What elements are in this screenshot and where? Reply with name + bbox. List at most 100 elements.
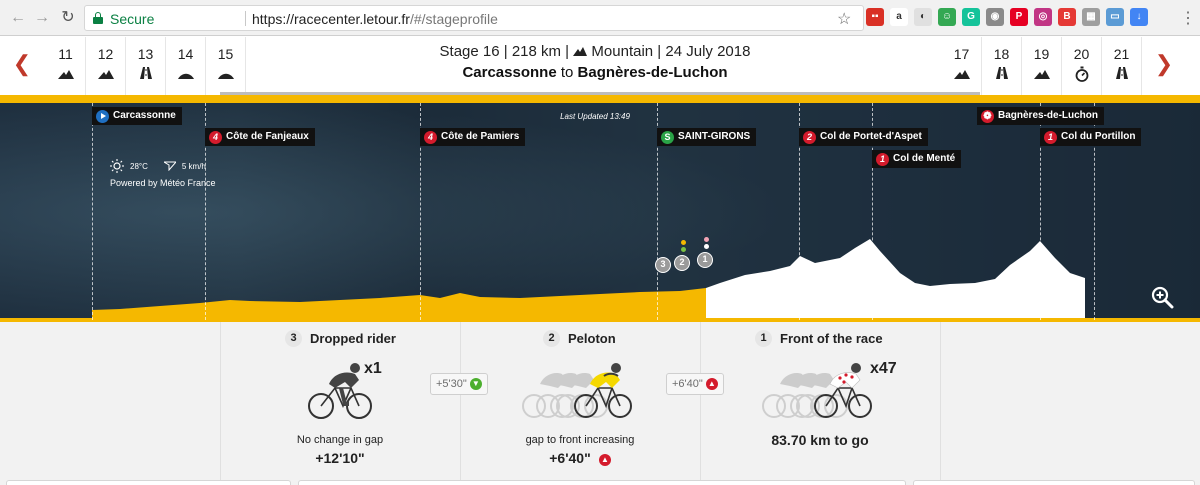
- group-gap-status: gap to front increasing: [525, 434, 635, 446]
- stage-type-icon: [126, 66, 165, 80]
- group-marker-2[interactable]: 2: [674, 255, 690, 271]
- mountain-stage-icon: [953, 70, 970, 79]
- stage-number: 13: [137, 46, 154, 62]
- climb-flag[interactable]: 4 Côte de Fanjeaux: [205, 128, 315, 146]
- bookmark-star-icon[interactable]: ☆: [837, 9, 851, 29]
- browser-menu-icon[interactable]: ⋮: [1180, 8, 1196, 28]
- weather-powered-by: Powered by Météo France: [110, 178, 216, 188]
- extension-icons: ▪▪ a ◐ ☺ G ◉ P ◎ B ▦ ▭ ↓: [866, 8, 1148, 28]
- mountain-stage-icon: [57, 70, 74, 79]
- stage-tab-21[interactable]: 21: [1102, 37, 1142, 95]
- stage-type-icon: [166, 66, 205, 80]
- group-number-badge: 3: [285, 330, 302, 347]
- stage-tab-13[interactable]: 13: [126, 37, 166, 95]
- climb-flag[interactable]: 1 Col de Menté: [872, 150, 962, 168]
- gap-increasing-icon: ▲: [599, 454, 611, 466]
- stage-tab-15[interactable]: 15: [206, 37, 246, 95]
- last-updated: Last Updated 13:49: [560, 112, 630, 121]
- forward-arrow-icon[interactable]: →: [32, 8, 52, 28]
- stage-tab-18[interactable]: 18: [982, 37, 1022, 95]
- stage-tab-11[interactable]: 11: [46, 37, 86, 95]
- hilly-stage-icon: [177, 73, 194, 79]
- next-stages-chevron-icon[interactable]: ❯: [1154, 51, 1174, 77]
- climb-flag[interactable]: 1 Col du Portillon: [1040, 128, 1142, 146]
- group-gap-status: No change in gap: [296, 434, 384, 446]
- mountain-icon: [573, 47, 588, 56]
- climb-flag[interactable]: 4 Côte de Pamiers: [420, 128, 526, 146]
- stage-info-post: Mountain | 24 July 2018: [587, 43, 751, 60]
- smile-extension-icon[interactable]: ☺: [938, 8, 956, 26]
- mountain-stage-icon: [1033, 70, 1050, 79]
- pinterest-extension-icon[interactable]: P: [1010, 8, 1028, 26]
- circle-extension-icon[interactable]: ◐: [914, 8, 932, 26]
- next-panel-tile: [298, 480, 906, 485]
- group-marker-1[interactable]: 1: [697, 252, 713, 268]
- flag-extension-icon[interactable]: ▪▪: [866, 8, 884, 26]
- stage-tab-19[interactable]: 19: [1022, 37, 1062, 95]
- download-extension-icon[interactable]: ↓: [1130, 8, 1148, 26]
- zoom-in-icon[interactable]: [1150, 285, 1174, 309]
- stage-number: 21: [1113, 46, 1130, 62]
- url-text[interactable]: https://racecenter.letour.fr/#/stageprof…: [252, 11, 498, 27]
- group-marker-3[interactable]: 3: [655, 257, 671, 273]
- lock-icon: [93, 12, 103, 24]
- window-extension-icon[interactable]: ▭: [1106, 8, 1124, 26]
- stage-number: 15: [217, 46, 234, 62]
- climb-name: Col du Portillon: [1061, 131, 1136, 142]
- stage-route: Carcassonne to Bagnères-de-Luchon: [335, 64, 855, 81]
- next-panel-tile: [6, 480, 291, 485]
- stage-type-icon: [46, 66, 85, 80]
- stage-tab-12[interactable]: 12: [86, 37, 126, 95]
- group-number-badge: 1: [755, 330, 772, 347]
- shield-extension-icon[interactable]: ◉: [986, 8, 1004, 26]
- gap-increasing-icon: ▲: [705, 378, 718, 390]
- address-bar[interactable]: Secure https://racecenter.letour.fr/#/st…: [84, 5, 864, 31]
- buffer-extension-icon[interactable]: B: [1058, 8, 1076, 26]
- group-title: Peloton: [568, 331, 616, 346]
- stage-tab-20[interactable]: 20: [1062, 37, 1102, 95]
- group-header-front-of-race: 1 Front of the race: [755, 330, 883, 347]
- reload-icon[interactable]: ↻: [58, 8, 78, 28]
- table-extension-icon[interactable]: ▦: [1082, 8, 1100, 26]
- stage-number: 17: [953, 46, 970, 62]
- instagram-extension-icon[interactable]: ◎: [1034, 8, 1052, 26]
- start-flag[interactable]: Carcassonne: [92, 107, 182, 125]
- next-panel-tile: [913, 480, 1195, 485]
- stage-type-icon: [206, 66, 245, 80]
- jersey-dot-green: [681, 247, 686, 252]
- grammarly-extension-icon[interactable]: G: [962, 8, 980, 26]
- sprint-flag[interactable]: S SAINT-GIRONS: [657, 128, 757, 146]
- back-arrow-icon[interactable]: ←: [8, 8, 28, 28]
- group-gap-time: +6'40": [549, 450, 591, 466]
- column-divider: [940, 322, 941, 485]
- stage-tab-17[interactable]: 17: [942, 37, 982, 95]
- gap-between-group-3-2: +5'30" ▼: [430, 373, 488, 395]
- gap-value: +6'40": [672, 378, 703, 390]
- group-distance-to-go: 83.70 km to go: [771, 432, 869, 448]
- hilly-stage-icon: [217, 73, 234, 79]
- climb-flag[interactable]: 2 Col de Portet-d'Aspet: [799, 128, 928, 146]
- amazon-extension-icon[interactable]: a: [890, 8, 908, 26]
- climb-category-badge: 4: [424, 130, 437, 144]
- group-header-dropped-rider: 3 Dropped rider: [285, 330, 396, 347]
- peloton-cyclists-icon: [522, 363, 632, 418]
- stage-type-icon: [942, 66, 981, 80]
- front-group-cyclists-icon: [762, 363, 872, 418]
- stage-number: 19: [1033, 46, 1050, 62]
- finish-checkered-icon: ❁: [981, 109, 994, 123]
- race-groups-panel: 3 Dropped rider x1 No change in gap +12'…: [0, 322, 1200, 485]
- stage-number: 18: [993, 46, 1010, 62]
- group-rider-count: x47: [870, 360, 897, 377]
- address-divider: [245, 11, 246, 26]
- weather-temperature: 28°C: [130, 161, 148, 171]
- climb-category-badge: 1: [1044, 130, 1057, 144]
- finish-flag[interactable]: ❁ Bagnères-de-Luchon: [977, 107, 1105, 125]
- previous-stages-chevron-icon[interactable]: ❮: [12, 51, 32, 77]
- stage-tab-14[interactable]: 14: [166, 37, 206, 95]
- stage-type-icon: [982, 66, 1021, 80]
- sprint-badge: S: [661, 130, 674, 144]
- sun-icon: [110, 159, 124, 173]
- weather-wind: 5 km/h: [181, 161, 206, 171]
- stage-info-pre: Stage 16 | 218 km |: [439, 43, 574, 60]
- stage-profile: Carcassonne ❁ Bagnères-de-Luchon Last Up…: [0, 103, 1200, 322]
